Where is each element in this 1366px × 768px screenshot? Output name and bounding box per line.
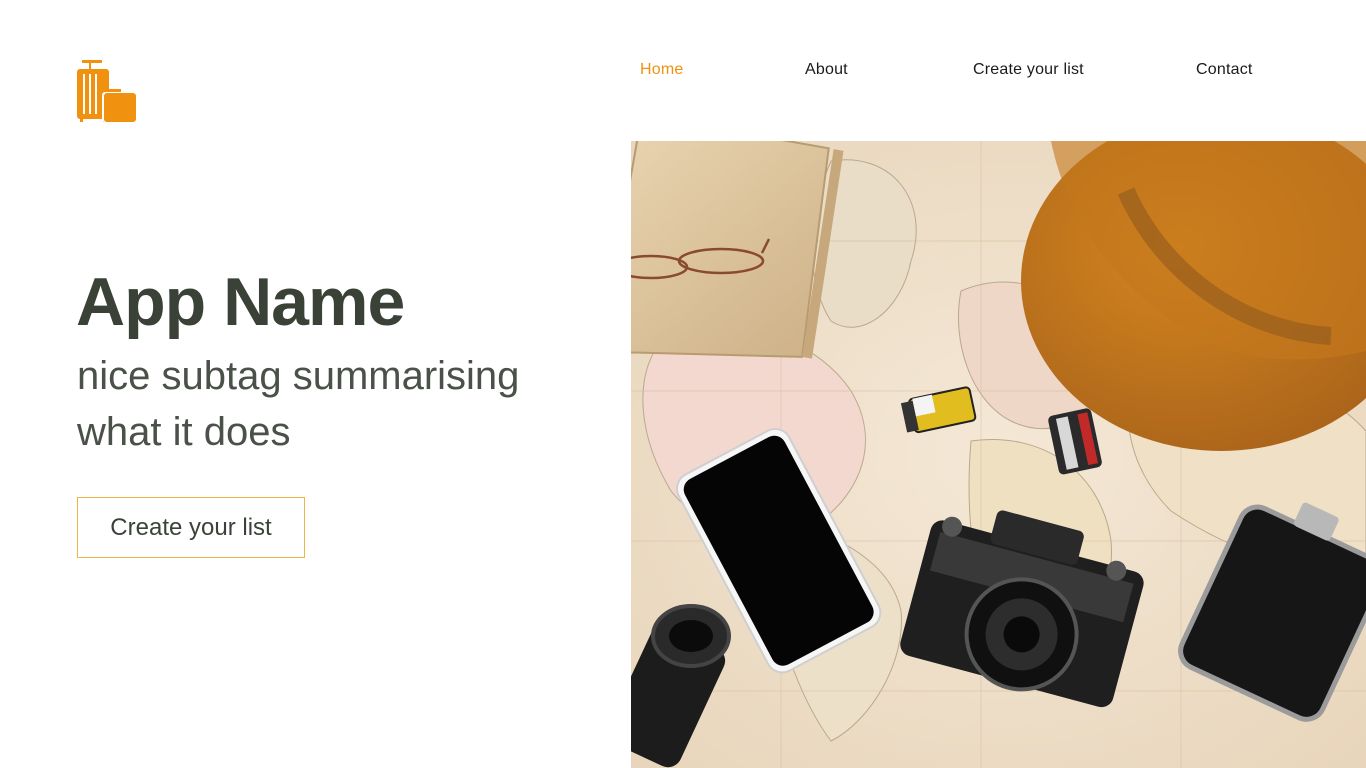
app-subtitle: nice subtag summarising what it does <box>77 354 520 454</box>
nav-about-link[interactable]: About <box>805 60 848 80</box>
nav-contact-link[interactable]: Contact <box>1196 60 1253 80</box>
app-title: App Name <box>76 264 405 340</box>
nav-home-link[interactable]: Home <box>640 60 683 80</box>
create-list-button[interactable]: Create your list <box>77 497 305 558</box>
travel-flatlay-image <box>631 141 1366 768</box>
main-nav: Home About Create your list Contact <box>0 60 1366 80</box>
nav-create-list-link[interactable]: Create your list <box>973 60 1084 80</box>
